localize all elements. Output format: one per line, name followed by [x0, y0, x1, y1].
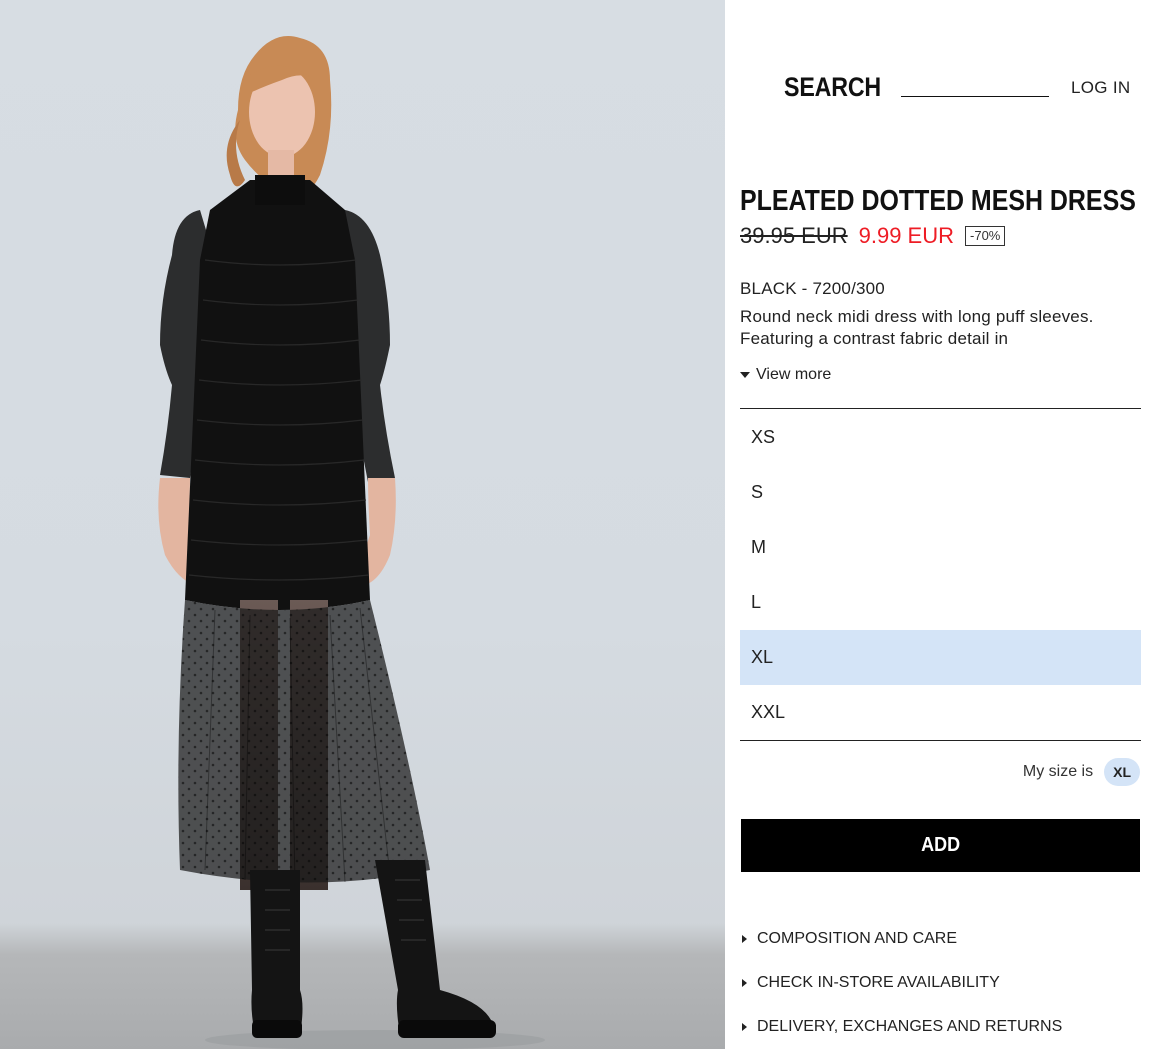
login-link[interactable]: LOG IN — [1071, 78, 1130, 98]
delivery-returns-label: DELIVERY, EXCHANGES AND RETURNS — [757, 1018, 1063, 1035]
add-button-label: ADD — [920, 834, 961, 856]
size-option-s[interactable]: S — [740, 465, 1141, 520]
search-label[interactable]: SEARCH — [784, 72, 881, 103]
old-price: 39.95 EUR — [740, 223, 848, 248]
composition-care-link[interactable]: COMPOSITION AND CARE — [742, 930, 1062, 948]
price-row: 39.95 EUR 9.99 EUR -70% — [740, 223, 1006, 249]
product-page: SEARCH LOG IN PLEATED DOTTED MESH DRESS … — [0, 0, 1149, 1049]
view-more-link[interactable]: View more — [740, 366, 831, 384]
view-more-label: View more — [756, 366, 832, 383]
caret-right-icon — [742, 1023, 747, 1031]
sale-price: 9.99 EUR — [858, 223, 955, 248]
info-links: COMPOSITION AND CARE CHECK IN-STORE AVAI… — [742, 930, 1062, 1049]
size-option-xs[interactable]: XS — [740, 409, 1141, 465]
color-reference: BLACK - 7200/300 — [740, 279, 885, 298]
caret-right-icon — [742, 935, 747, 943]
my-size-badge[interactable]: XL — [1104, 758, 1140, 786]
size-option-xl[interactable]: XL — [740, 630, 1141, 685]
search-input-underline[interactable] — [901, 96, 1049, 97]
dress-illustration — [158, 36, 545, 1049]
caret-down-icon — [740, 372, 750, 378]
store-availability-label: CHECK IN-STORE AVAILABILITY — [757, 974, 1000, 991]
my-size-label: My size is — [1022, 763, 1094, 780]
size-option-m[interactable]: M — [740, 520, 1141, 575]
composition-care-label: COMPOSITION AND CARE — [757, 930, 958, 947]
product-image[interactable] — [0, 0, 725, 1049]
my-size-indicator: My size is XL — [1023, 758, 1140, 786]
size-selector: XS S M L XL XXL — [740, 408, 1141, 741]
discount-badge: -70% — [965, 226, 1006, 246]
caret-right-icon — [742, 979, 747, 987]
product-info-panel: SEARCH LOG IN PLEATED DOTTED MESH DRESS … — [725, 0, 1149, 1049]
store-availability-link[interactable]: CHECK IN-STORE AVAILABILITY — [742, 974, 1062, 992]
product-description: Round neck midi dress with long puff sle… — [740, 307, 1094, 348]
delivery-returns-link[interactable]: DELIVERY, EXCHANGES AND RETURNS — [742, 1018, 1062, 1036]
size-option-l[interactable]: L — [740, 575, 1141, 630]
product-title: PLEATED DOTTED MESH DRESS — [740, 185, 1136, 217]
add-to-cart-button[interactable]: ADD — [741, 819, 1140, 872]
size-option-xxl[interactable]: XXL — [740, 685, 1141, 740]
